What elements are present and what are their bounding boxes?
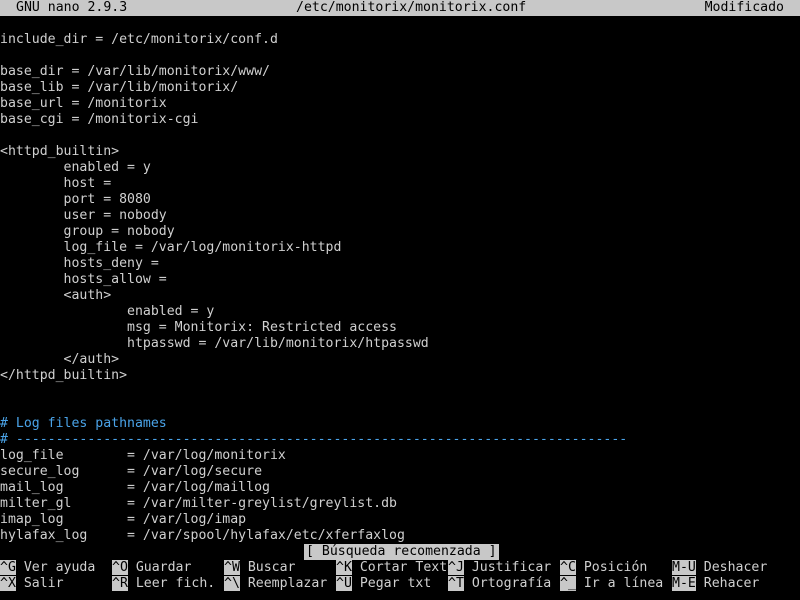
shortcut-label: Leer fich. bbox=[127, 576, 216, 591]
editor-line[interactable]: </httpd_builtin> bbox=[0, 368, 800, 384]
shortcut-justificar[interactable]: ^J Justificar bbox=[448, 560, 551, 576]
editor-line[interactable] bbox=[0, 48, 800, 64]
editor-line[interactable]: hosts_deny = bbox=[0, 256, 800, 272]
status-message: [ Búsqueda recomenzada ] bbox=[304, 544, 499, 560]
shortcut-label: Ver ayuda bbox=[15, 560, 96, 575]
shortcut-cortar-text[interactable]: ^K Cortar Text bbox=[336, 560, 447, 576]
editor-line[interactable]: mail_log = /var/log/maillog bbox=[0, 480, 800, 496]
shortcut-ortografia[interactable]: ^T Ortografía bbox=[448, 576, 551, 592]
editor-line[interactable] bbox=[0, 128, 800, 144]
shortcut-key: ^U bbox=[336, 576, 352, 591]
editor-line[interactable]: hosts_allow = bbox=[0, 272, 800, 288]
shortcut-key: ^J bbox=[448, 560, 464, 575]
editor-line[interactable]: enabled = y bbox=[0, 160, 800, 176]
shortcut-leer-fich[interactable]: ^R Leer fich. bbox=[112, 576, 215, 592]
editor-line[interactable]: base_dir = /var/lib/monitorix/www/ bbox=[0, 64, 800, 80]
shortcut-label: Justificar bbox=[463, 560, 552, 575]
shortcut-reemplazar[interactable]: ^\ Reemplazar bbox=[224, 576, 327, 592]
shortcut-key: ^X bbox=[0, 576, 16, 591]
shortcut-ver-ayuda[interactable]: ^G Ver ayuda bbox=[0, 560, 95, 576]
editor-line[interactable]: base_lib = /var/lib/monitorix/ bbox=[0, 80, 800, 96]
editor-line[interactable]: port = 8080 bbox=[0, 192, 800, 208]
shortcut-pegar-txt[interactable]: ^U Pegar txt bbox=[336, 576, 431, 592]
editor-line[interactable]: log_file = /var/log/monitorix bbox=[0, 448, 800, 464]
shortcut-label: Posición bbox=[575, 560, 648, 575]
shortcut-key: ^G bbox=[0, 560, 16, 575]
shortcut-label: Ir a línea bbox=[575, 576, 664, 591]
comment-line[interactable]: # --------------------------------------… bbox=[0, 432, 800, 448]
shortcut-deshacer[interactable]: M-U Deshacer bbox=[672, 560, 767, 576]
shortcut-key: ^R bbox=[112, 576, 128, 591]
editor-line[interactable]: include_dir = /etc/monitorix/conf.d bbox=[0, 32, 800, 48]
modified-status: Modificado bbox=[704, 0, 784, 15]
shortcut-key: M-U bbox=[672, 560, 696, 575]
editor-line[interactable]: imap_log = /var/log/imap bbox=[0, 512, 800, 528]
editor-line[interactable] bbox=[0, 400, 800, 416]
app-version: GNU nano 2.9.3 bbox=[16, 0, 128, 15]
shortcut-ir-a-linea[interactable]: ^_ Ir a línea bbox=[560, 576, 663, 592]
editor-buffer[interactable]: include_dir = /etc/monitorix/conf.d base_… bbox=[0, 32, 800, 544]
editor-line[interactable]: msg = Monitorix: Restricted access bbox=[0, 320, 800, 336]
shortcut-label: Cortar Text bbox=[351, 560, 448, 575]
title-bar: GNU nano 2.9.3 /etc/monitorix/monitorix.… bbox=[0, 0, 800, 16]
shortcut-guardar[interactable]: ^O Guardar bbox=[112, 560, 191, 576]
shortcut-posicion[interactable]: ^C Posición bbox=[560, 560, 647, 576]
editor-line[interactable]: hylafax_log = /var/spool/hylafax/etc/xfe… bbox=[0, 528, 800, 544]
shortcut-salir[interactable]: ^X Salir bbox=[0, 576, 64, 592]
editor-line[interactable]: group = nobody bbox=[0, 224, 800, 240]
editor-line[interactable]: </auth> bbox=[0, 352, 800, 368]
editor-line[interactable]: base_cgi = /monitorix-cgi bbox=[0, 112, 800, 128]
editor-line[interactable] bbox=[0, 384, 800, 400]
shortcut-label: Deshacer bbox=[695, 560, 768, 575]
comment-line[interactable]: # Log files pathnames bbox=[0, 416, 800, 432]
editor-line[interactable]: user = nobody bbox=[0, 208, 800, 224]
editor-line[interactable]: <auth> bbox=[0, 288, 800, 304]
editor-line[interactable]: host = bbox=[0, 176, 800, 192]
shortcut-label: Reemplazar bbox=[239, 576, 328, 591]
editor-line[interactable]: log_file = /var/log/monitorix-httpd bbox=[0, 240, 800, 256]
shortcut-key: ^T bbox=[448, 576, 464, 591]
file-path: /etc/monitorix/monitorix.conf bbox=[296, 0, 527, 15]
shortcut-key: ^O bbox=[112, 560, 128, 575]
shortcut-key: ^\ bbox=[224, 576, 240, 591]
shortcut-buscar[interactable]: ^W Buscar bbox=[224, 560, 295, 576]
editor-line[interactable]: enabled = y bbox=[0, 304, 800, 320]
shortcut-rehacer[interactable]: M-E Rehacer bbox=[672, 576, 759, 592]
shortcut-label: Rehacer bbox=[695, 576, 760, 591]
editor-line[interactable]: <httpd_builtin> bbox=[0, 144, 800, 160]
shortcut-label: Buscar bbox=[239, 560, 296, 575]
shortcut-key: ^C bbox=[560, 560, 576, 575]
shortcut-key: ^K bbox=[336, 560, 352, 575]
shortcut-label: Salir bbox=[15, 576, 64, 591]
editor-line[interactable]: base_url = /monitorix bbox=[0, 96, 800, 112]
editor-line[interactable]: secure_log = /var/log/secure bbox=[0, 464, 800, 480]
shortcut-label: Ortografía bbox=[463, 576, 552, 591]
shortcut-key: ^W bbox=[224, 560, 240, 575]
editor-line[interactable]: htpasswd = /var/lib/monitorix/htpasswd bbox=[0, 336, 800, 352]
shortcut-label: Guardar bbox=[127, 560, 192, 575]
shortcut-key: ^_ bbox=[560, 576, 576, 591]
shortcut-label: Pegar txt bbox=[351, 576, 432, 591]
editor-line[interactable]: milter_gl = /var/milter-greylist/greylis… bbox=[0, 496, 800, 512]
shortcut-key: M-E bbox=[672, 576, 696, 591]
shortcut-bar: ^G Ver ayuda ^O Guardar ^W Buscar ^K Cortar… bbox=[0, 560, 800, 592]
